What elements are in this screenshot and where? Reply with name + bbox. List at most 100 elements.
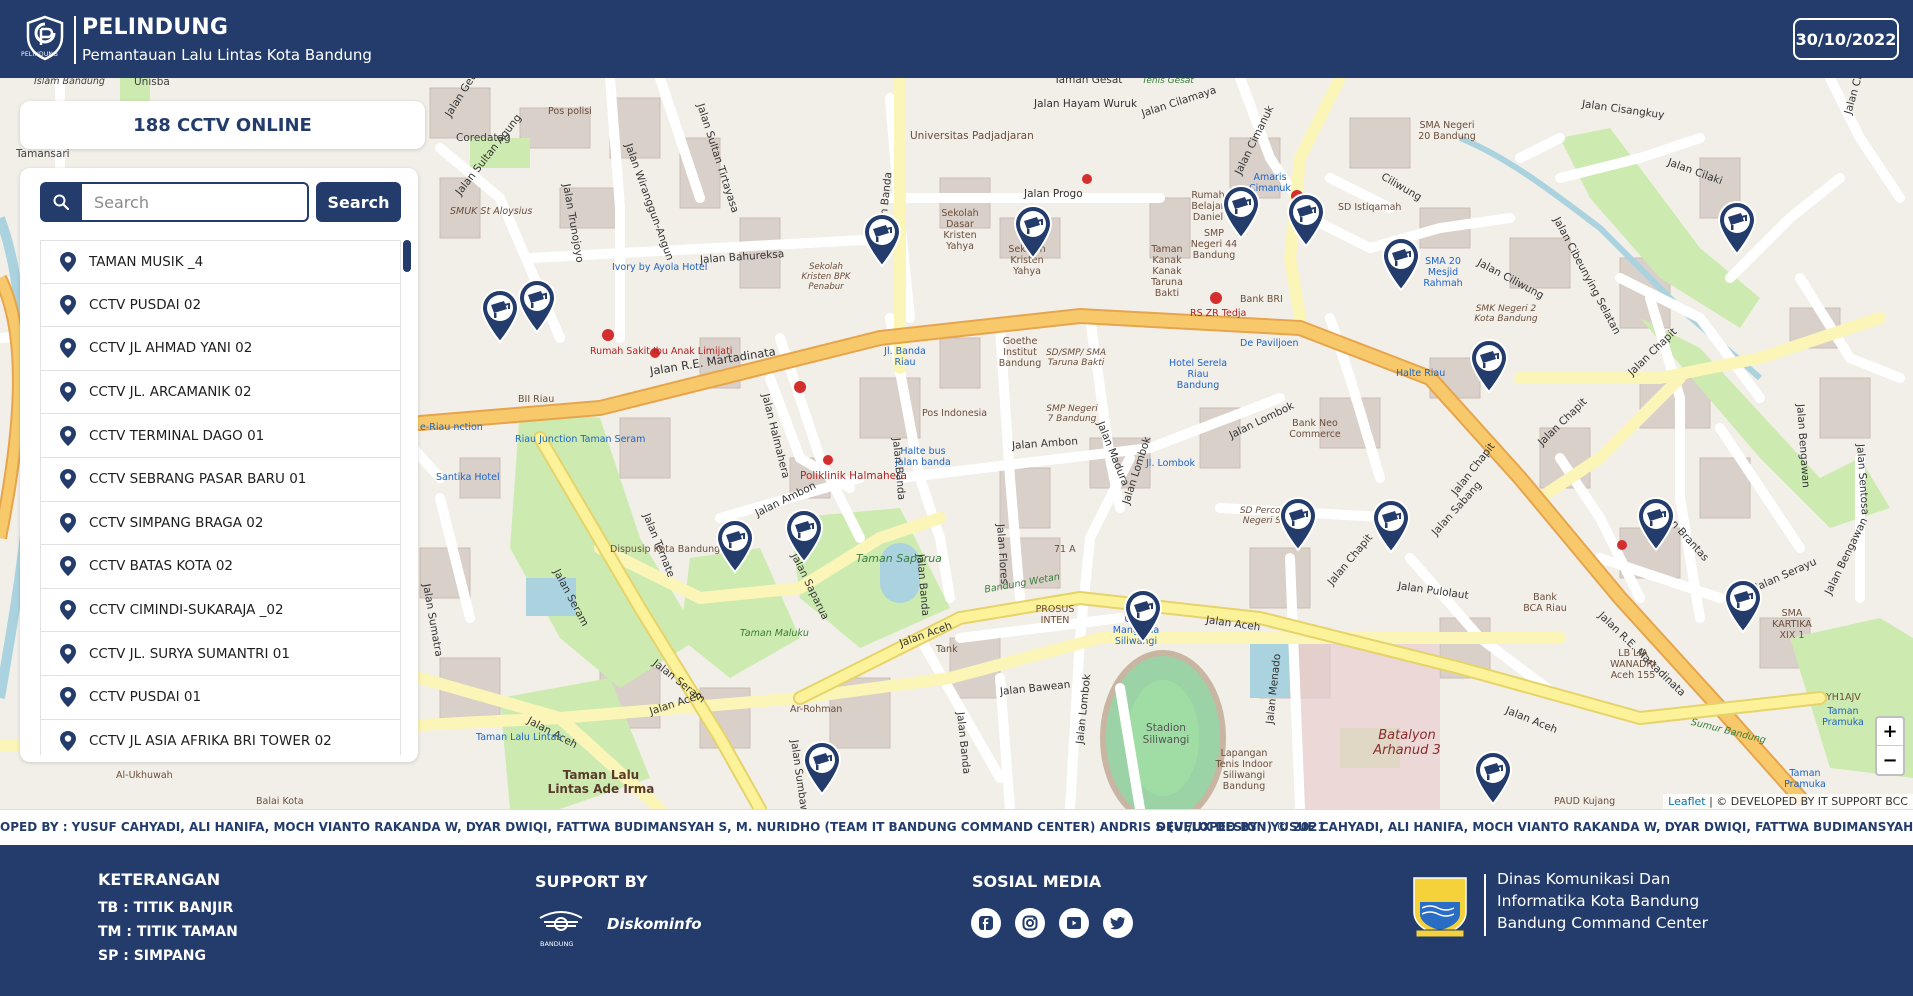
map-label-sekolah-bpk: Sekolah Kristen BPK Penabur [801,262,851,292]
map-label-sma-kartika: SMA KARTIKA XIX 1 [1772,608,1812,641]
cctv-marker[interactable] [1723,578,1763,634]
cctv-marker[interactable] [1381,236,1421,292]
map-label-tank: Tank [936,644,958,655]
cctv-list-item-label: CCTV PUSDAI 02 [89,296,202,313]
map-label-al-ukhuwah: Al-Ukhuwah [116,770,173,781]
zoom-in-button[interactable]: + [1877,718,1903,746]
cctv-marker[interactable] [1286,192,1326,248]
cctv-camera-icon [1123,588,1163,644]
map-label-smk-negeri2: SMK Negeri 2 Kota Bandung [1474,304,1538,324]
map-label-pos-indonesia: Pos Indonesia [922,408,988,419]
app-subtitle: Pemantauan Lalu Lintas Kota Bandung [82,46,372,64]
dinas-line-2: Informatika Kota Bandung [1497,892,1700,910]
support-logo-caption: BANDUNG [540,940,574,948]
map-label-ar-rohman: Ar-Rohman [790,704,843,715]
list-scrollbar[interactable] [403,240,411,755]
facebook-icon[interactable] [971,908,1001,938]
youtube-icon[interactable] [1059,908,1089,938]
map-label-jalan-progo: Jalan Progo [1024,188,1083,200]
cctv-marker[interactable] [1278,496,1318,552]
cctv-marker[interactable] [784,508,824,564]
map-label-jalan-hayam-wuruk: Jalan Hayam Wuruk [1034,98,1138,110]
cctv-list-item[interactable]: CCTV JL. ARCAMANIK 02 [40,370,401,415]
dinas-divider [1484,874,1486,936]
map-label-tamansari: Tamansari [16,148,70,160]
cctv-list-item[interactable]: CCTV TERMINAL DAGO 01 [40,414,401,458]
cctv-camera-icon [1286,192,1326,248]
cctv-marker[interactable] [715,518,755,574]
keterangan-item-tb: TB : TITIK BANJIR [98,900,234,916]
zoom-out-button[interactable]: − [1877,746,1903,774]
instagram-icon[interactable] [1015,908,1045,938]
search-button[interactable]: Search [316,182,401,222]
zoom-control: + − [1875,716,1905,776]
cctv-marker[interactable] [1371,498,1411,554]
cctv-marker[interactable] [480,288,520,344]
location-pin-icon [60,512,76,533]
map-label-sd-istiqamah: SD Istiqamah [1338,202,1402,213]
cctv-camera-icon [1473,750,1513,806]
cctv-camera-icon [784,508,824,564]
map-label-taman-saparua: Taman Saparua [856,552,942,565]
keterangan-item-sp: SP : SIMPANG [98,948,206,964]
cctv-list-item[interactable]: CCTV JL. SURYA SUMANTRI 01 [40,632,401,676]
cctv-list[interactable]: TAMAN MUSIK _4 CCTV PUSDAI 02 CCTV JL AHMA… [40,240,401,755]
map-label-lapangan-tenis: Lapangan Tenis Indoor Siliwangi Bandung [1215,748,1273,792]
cctv-camera-icon [1469,338,1509,394]
map-label-sd-smp: SD/SMP/ SMA Taruna Bakti [1045,348,1107,368]
cctv-marker[interactable] [1123,588,1163,644]
cctv-list-item[interactable]: CCTV JL AHMAD YANI 02 [40,327,401,371]
map-label-halte-riau: Halte Riau [1396,368,1446,379]
map-attribution: Leaflet | © DEVELOPED BY IT SUPPORT BCC [1663,794,1913,809]
search-input[interactable] [82,182,309,222]
map-label-taman-lalu-lintas-small: Taman Lalu Lintas [476,732,562,743]
cctv-marker[interactable] [1221,184,1261,240]
cctv-camera-icon [1717,200,1757,256]
cctv-list-item[interactable]: CCTV SIMPANG BRAGA 02 [40,501,401,546]
list-scrollbar-thumb[interactable] [403,240,411,272]
map-label-sma20-mesjid: SMA 20 Mesjid Rahmah [1423,256,1463,289]
cctv-marker[interactable] [1469,338,1509,394]
map-label-unisba: Unisba [134,78,170,88]
cctv-marker[interactable] [517,278,557,334]
map-label-sekolah-dasar: Sekolah Dasar Kristen Yahya [941,208,979,252]
map-label-unpad: Universitas Padjadjaran [910,130,1034,142]
cctv-marker[interactable] [862,212,902,268]
cctv-list-item[interactable]: CCTV BATAS KOTA 02 [40,545,401,589]
leaflet-link[interactable]: Leaflet [1668,795,1705,808]
cctv-marker[interactable] [1717,200,1757,256]
cctv-list-item-label: CCTV PUSDAI 01 [89,689,202,706]
cctv-marker[interactable] [1636,496,1676,552]
marquee-text-1: OPED BY : YUSUF CAHYADI, ALI HANIFA, MOC… [0,820,1326,834]
cctv-list-item[interactable]: CCTV SEBRANG PASAR BARU 01 [40,457,401,502]
cctv-marker[interactable] [1013,204,1053,260]
dinas-line-3: Bandung Command Center [1497,914,1708,932]
location-pin-icon [60,730,76,751]
cctv-list-item[interactable]: CCTV PUSDAI 02 [40,283,401,328]
cctv-list-item[interactable]: CCTV PUSDAI 01 [40,675,401,720]
cctv-list-item-label: TAMAN MUSIK _4 [89,253,204,270]
cctv-marker[interactable] [1473,750,1513,806]
cctv-list-item[interactable]: CCTV CIMINDI-SUKARAJA _02 [40,588,401,633]
cctv-camera-icon [1371,498,1411,554]
keterangan-item-tm: TM : TITIK TAMAN [98,924,238,940]
map-label-taman-maluku: Taman Maluku [740,628,809,639]
location-pin-icon [60,382,76,403]
location-pin-icon [60,469,76,490]
map-label-smp7: SMP Negeri 7 Bandung [1046,404,1098,424]
cctv-camera-icon [517,278,557,334]
map-label-ivory: Ivory by Ayola Hotel [612,262,708,273]
map-label-de-paviljoen: De Paviljoen [1240,338,1299,349]
cctv-marker[interactable] [802,740,842,796]
support-title: SUPPORT BY [535,872,648,891]
map-label-71a: 71 A [1054,544,1076,555]
cctv-list-item-label: CCTV JL ASIA AFRIKA BRI TOWER 02 [89,732,332,749]
cctv-list-item[interactable]: TAMAN MUSIK _4 [40,240,401,284]
map-label-balai-kota: Balai Kota [256,796,304,807]
marquee-text-2: DEVELOPED BY : YUSUF CAHYADI, ALI HANIFA… [1156,820,1913,834]
diskominfo-logo: Diskominfo [607,915,702,933]
map-label-bank-bri: Bank BRI [1240,294,1283,305]
twitter-icon[interactable] [1103,908,1133,938]
cctv-list-item[interactable]: CCTV JL ASIA AFRIKA BRI TOWER 02 [40,719,401,755]
cctv-list-item-label: CCTV JL. SURYA SUMANTRI 01 [89,645,290,662]
